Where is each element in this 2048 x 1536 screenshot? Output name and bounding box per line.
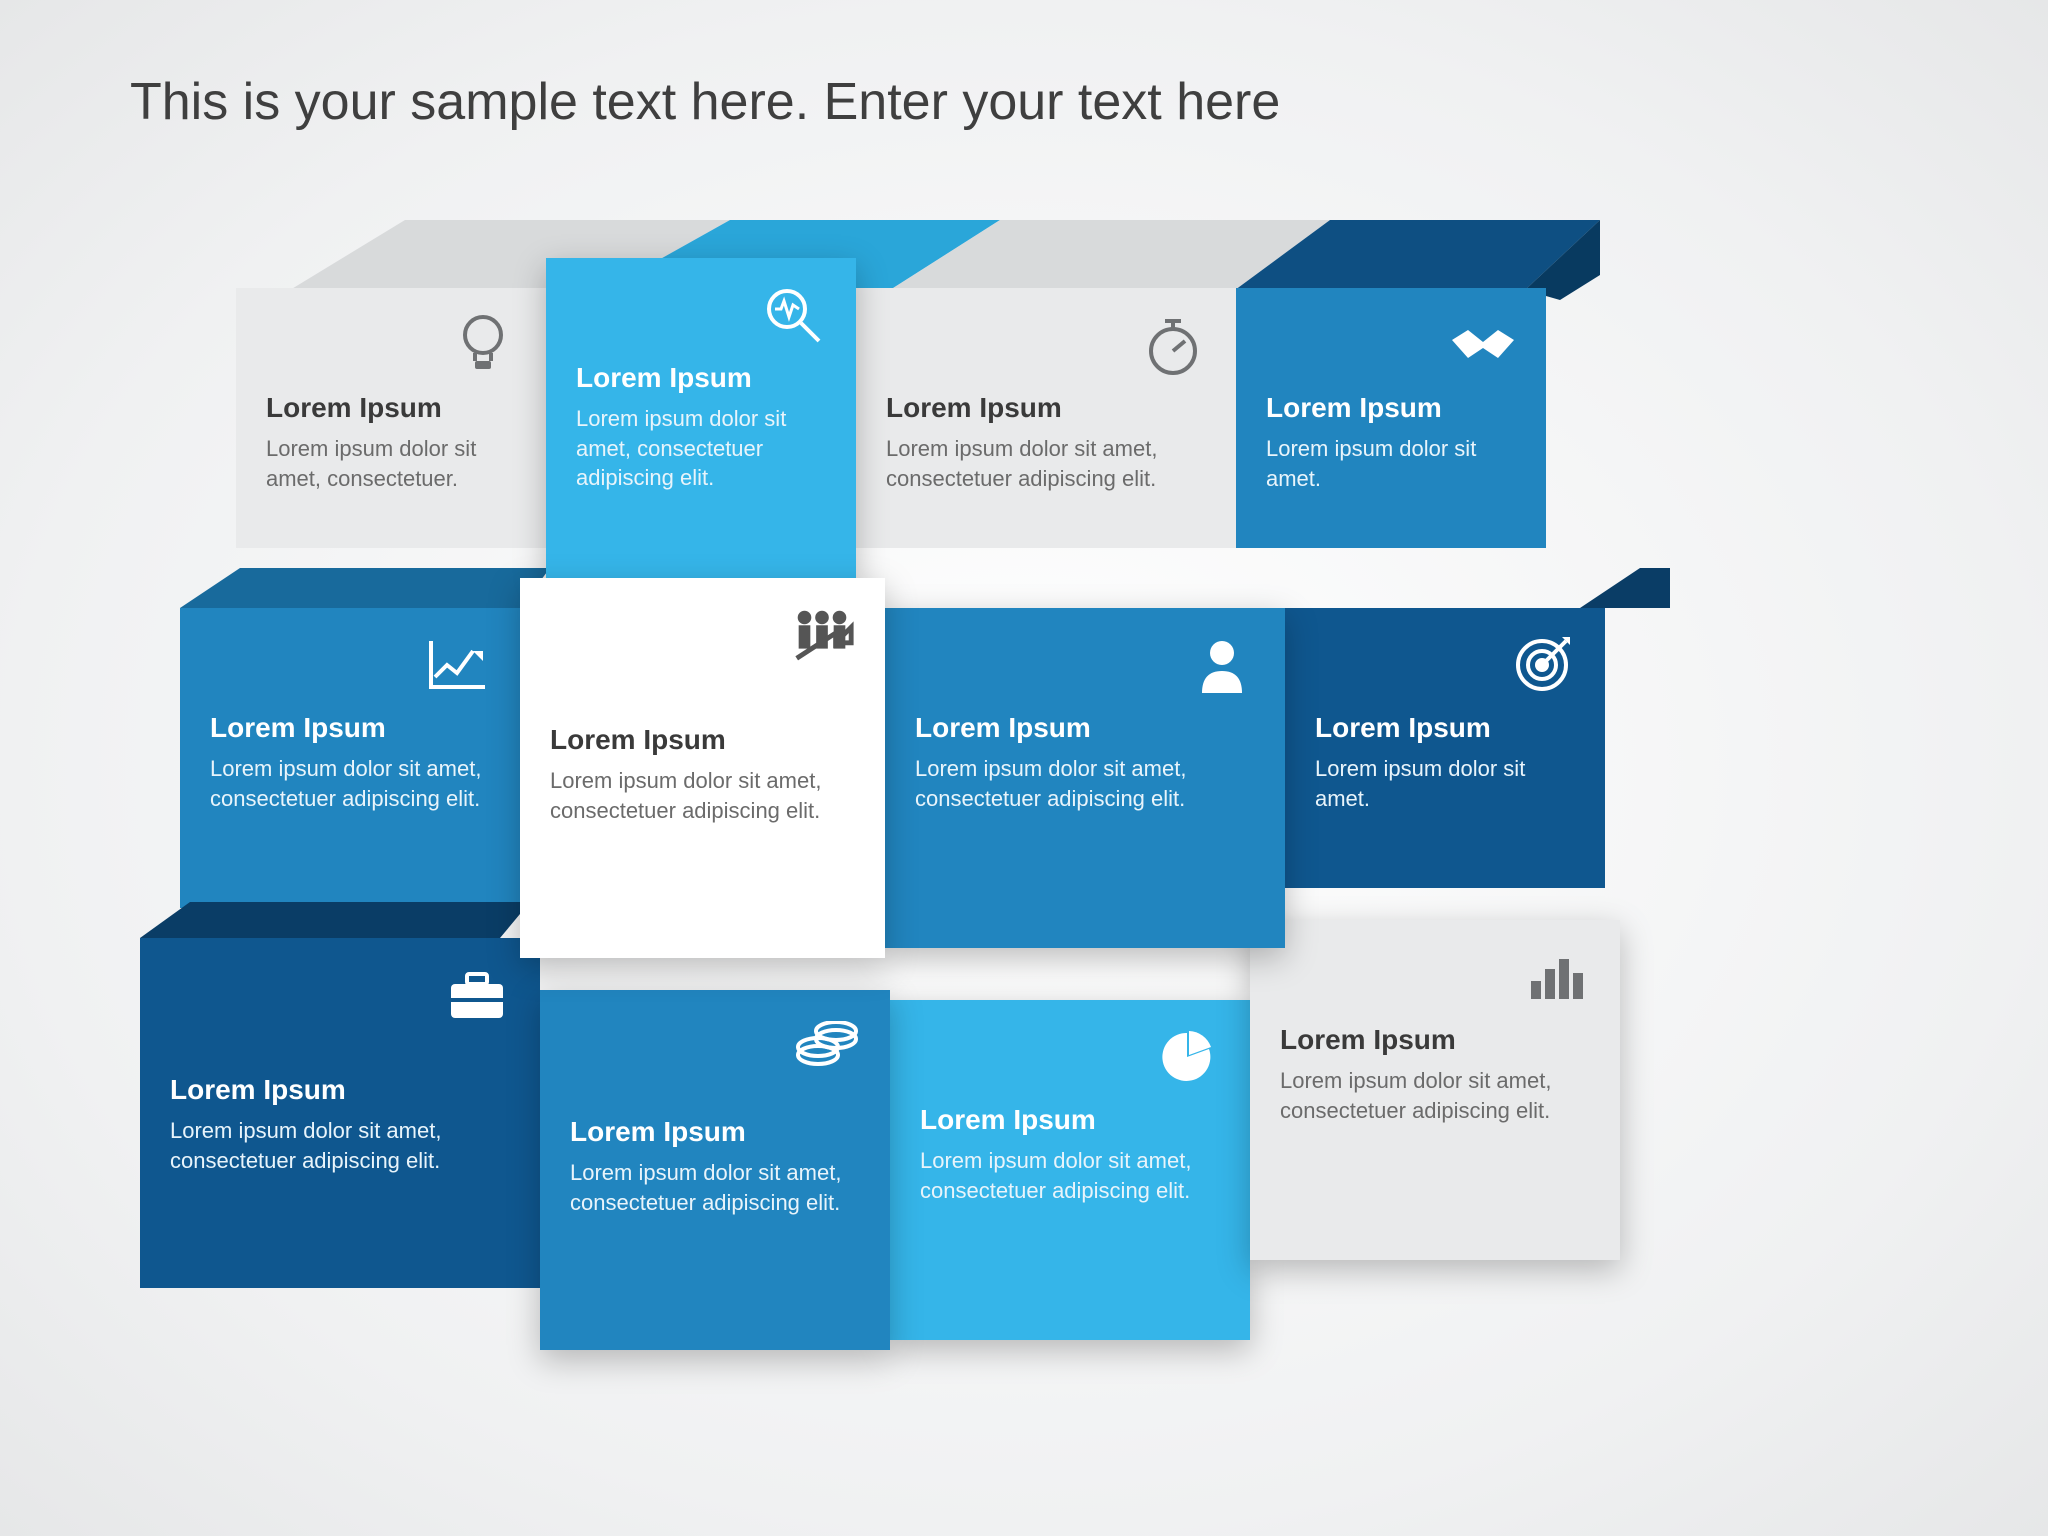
- handshake-icon: [1448, 310, 1518, 380]
- pie-icon: [1152, 1022, 1222, 1092]
- box-heading: Lorem Ipsum: [920, 1104, 1220, 1136]
- box-r1c4: Lorem Ipsum Lorem ipsum dolor sit amet.: [1236, 288, 1546, 548]
- lightbulb-icon: [448, 310, 518, 380]
- box-body: Lorem ipsum dolor sit amet.: [1315, 754, 1575, 813]
- box-heading: Lorem Ipsum: [550, 724, 855, 756]
- line-chart-icon: [422, 630, 492, 700]
- box-r3c2: Lorem Ipsum Lorem ipsum dolor sit amet, …: [540, 990, 890, 1350]
- box-body: Lorem ipsum dolor sit amet, consectetuer…: [886, 434, 1206, 493]
- box-body: Lorem ipsum dolor sit amet, consectetuer…: [550, 766, 855, 825]
- box-heading: Lorem Ipsum: [1266, 392, 1516, 424]
- box-r1c2: Lorem Ipsum Lorem ipsum dolor sit amet, …: [546, 258, 856, 578]
- briefcase-icon: [442, 960, 512, 1030]
- user-icon: [1187, 630, 1257, 700]
- box-r2c2: Lorem Ipsum Lorem ipsum dolor sit amet, …: [520, 578, 885, 958]
- box-body: Lorem ipsum dolor sit amet.: [1266, 434, 1516, 493]
- box-r1c1: Lorem Ipsum Lorem ipsum dolor sit amet, …: [236, 288, 546, 548]
- box-heading: Lorem Ipsum: [1315, 712, 1575, 744]
- box-body: Lorem ipsum dolor sit amet, consectetuer…: [570, 1158, 860, 1217]
- box-heading: Lorem Ipsum: [886, 392, 1206, 424]
- box-body: Lorem ipsum dolor sit amet, consectetuer…: [266, 434, 516, 493]
- box-body: Lorem ipsum dolor sit amet, consectetuer…: [920, 1146, 1220, 1205]
- box-body: Lorem ipsum dolor sit amet, consectetuer…: [915, 754, 1255, 813]
- box-heading: Lorem Ipsum: [570, 1116, 860, 1148]
- coins-icon: [792, 1012, 862, 1082]
- box-heading: Lorem Ipsum: [170, 1074, 510, 1106]
- box-body: Lorem ipsum dolor sit amet, consectetuer…: [210, 754, 490, 813]
- box-body: Lorem ipsum dolor sit amet, consectetuer…: [576, 404, 826, 493]
- box-body: Lorem ipsum dolor sit amet, consectetuer…: [1280, 1066, 1590, 1125]
- bar-chart-icon: [1522, 942, 1592, 1012]
- diagram-stage: Lorem Ipsum Lorem ipsum dolor sit amet, …: [0, 0, 2048, 1536]
- box-r2c1: Lorem Ipsum Lorem ipsum dolor sit amet, …: [180, 608, 520, 908]
- people-arrow-icon: [787, 600, 857, 670]
- box-r3c4: Lorem Ipsum Lorem ipsum dolor sit amet, …: [1250, 920, 1620, 1260]
- box-body: Lorem ipsum dolor sit amet, consectetuer…: [170, 1116, 510, 1175]
- target-icon: [1507, 630, 1577, 700]
- box-r2c4: Lorem Ipsum Lorem ipsum dolor sit amet.: [1285, 608, 1605, 888]
- stopwatch-icon: [1138, 310, 1208, 380]
- box-r3c3: Lorem Ipsum Lorem ipsum dolor sit amet, …: [890, 1000, 1250, 1340]
- box-heading: Lorem Ipsum: [266, 392, 516, 424]
- magnifier-pulse-icon: [758, 280, 828, 350]
- box-r2c3: Lorem Ipsum Lorem ipsum dolor sit amet, …: [885, 608, 1285, 948]
- box-r3c1: Lorem Ipsum Lorem ipsum dolor sit amet, …: [140, 938, 540, 1288]
- box-r1c3: Lorem Ipsum Lorem ipsum dolor sit amet, …: [856, 288, 1236, 548]
- box-heading: Lorem Ipsum: [576, 362, 826, 394]
- box-heading: Lorem Ipsum: [1280, 1024, 1590, 1056]
- box-heading: Lorem Ipsum: [210, 712, 490, 744]
- box-heading: Lorem Ipsum: [915, 712, 1255, 744]
